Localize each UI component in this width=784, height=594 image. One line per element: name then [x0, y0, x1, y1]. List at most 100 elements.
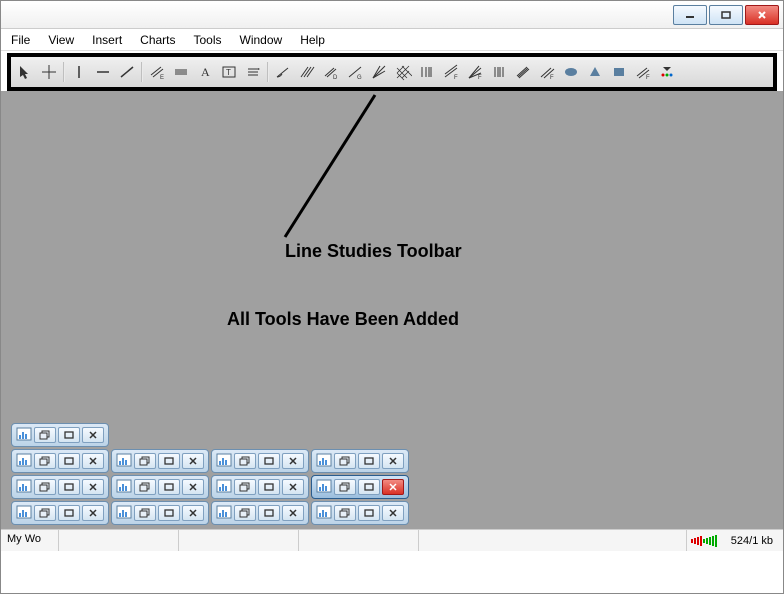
linear-regression-tool[interactable]: [169, 61, 193, 83]
toolbar-separator: [267, 62, 269, 82]
menu-insert[interactable]: Insert: [92, 33, 122, 47]
mdi-close-button[interactable]: [382, 479, 404, 495]
mdi-restore-button[interactable]: [34, 505, 56, 521]
mdi-maximize-button[interactable]: [58, 427, 80, 443]
minimized-chart-window[interactable]: [211, 449, 309, 473]
mdi-restore-button[interactable]: [234, 479, 256, 495]
rectangle-tool[interactable]: [607, 61, 631, 83]
mdi-restore-button[interactable]: [34, 479, 56, 495]
triangle-tool[interactable]: [583, 61, 607, 83]
close-button[interactable]: [745, 5, 779, 25]
chart-icon: [16, 427, 32, 444]
mdi-maximize-button[interactable]: [258, 453, 280, 469]
arrows-tool[interactable]: [241, 61, 265, 83]
mdi-restore-button[interactable]: [334, 479, 356, 495]
horizontal-line-tool[interactable]: [91, 61, 115, 83]
menu-view[interactable]: View: [48, 33, 74, 47]
fibo-arcs-tool[interactable]: [487, 61, 511, 83]
fibo-expansion-tool[interactable]: F: [535, 61, 559, 83]
mdi-close-button[interactable]: [282, 505, 304, 521]
menu-window[interactable]: Window: [240, 33, 283, 47]
mdi-close-button[interactable]: [282, 479, 304, 495]
mdi-maximize-button[interactable]: [58, 505, 80, 521]
annotation-line: [255, 91, 395, 241]
chart-icon: [16, 453, 32, 470]
minimized-chart-window[interactable]: [11, 501, 109, 525]
trend-by-angle-tool[interactable]: [271, 61, 295, 83]
minimized-chart-window[interactable]: [311, 475, 409, 499]
minimize-button[interactable]: [673, 5, 707, 25]
chart-icon: [316, 453, 332, 470]
mdi-close-button[interactable]: [382, 505, 404, 521]
mdi-close-button[interactable]: [82, 505, 104, 521]
mdi-maximize-button[interactable]: [58, 479, 80, 495]
minimized-chart-window[interactable]: [111, 501, 209, 525]
mdi-close-button[interactable]: [82, 427, 104, 443]
minimized-chart-window[interactable]: [211, 475, 309, 499]
fibo-channel-tool[interactable]: [511, 61, 535, 83]
menu-help[interactable]: Help: [300, 33, 325, 47]
mdi-maximize-button[interactable]: [58, 453, 80, 469]
minimized-chart-window[interactable]: [11, 475, 109, 499]
menu-bar: File View Insert Charts Tools Window Hel…: [1, 29, 783, 51]
crosshair-tool[interactable]: [37, 61, 61, 83]
chart-icon: [316, 505, 332, 522]
cursor-tool[interactable]: [13, 61, 37, 83]
mdi-close-button[interactable]: [182, 505, 204, 521]
minimized-chart-window[interactable]: [11, 423, 109, 447]
mdi-maximize-button[interactable]: [158, 479, 180, 495]
vertical-line-tool[interactable]: [67, 61, 91, 83]
fibo-extend-tool[interactable]: F: [631, 61, 655, 83]
annotation-subtitle: All Tools Have Been Added: [227, 309, 459, 330]
mdi-restore-button[interactable]: [134, 505, 156, 521]
minimized-chart-window[interactable]: [11, 449, 109, 473]
mdi-restore-button[interactable]: [334, 453, 356, 469]
mdi-restore-button[interactable]: [134, 479, 156, 495]
mdi-restore-button[interactable]: [134, 453, 156, 469]
mdi-close-button[interactable]: [282, 453, 304, 469]
mdi-close-button[interactable]: [382, 453, 404, 469]
gann-fan-tool[interactable]: [367, 61, 391, 83]
mdi-restore-button[interactable]: [234, 453, 256, 469]
gann-grid-tool[interactable]: [391, 61, 415, 83]
mdi-close-button[interactable]: [182, 479, 204, 495]
mdi-maximize-button[interactable]: [258, 479, 280, 495]
fibo-retracement-tool[interactable]: [415, 61, 439, 83]
mdi-restore-button[interactable]: [234, 505, 256, 521]
menu-file[interactable]: File: [11, 33, 30, 47]
customize-tool[interactable]: [655, 61, 679, 83]
ellipse-tool[interactable]: [559, 61, 583, 83]
maximize-button[interactable]: [709, 5, 743, 25]
status-cell-4: [299, 530, 419, 551]
cycle-lines-tool[interactable]: D: [319, 61, 343, 83]
mdi-restore-button[interactable]: [34, 453, 56, 469]
mdi-restore-button[interactable]: [34, 427, 56, 443]
mdi-close-button[interactable]: [82, 453, 104, 469]
text-tool[interactable]: A: [193, 61, 217, 83]
mdi-maximize-button[interactable]: [358, 479, 380, 495]
text-label-tool[interactable]: T: [217, 61, 241, 83]
minimized-chart-window[interactable]: [311, 449, 409, 473]
chart-icon: [216, 505, 232, 522]
mdi-close-button[interactable]: [182, 453, 204, 469]
mdi-maximize-button[interactable]: [258, 505, 280, 521]
fibo-fan-tool[interactable]: F: [463, 61, 487, 83]
menu-charts[interactable]: Charts: [140, 33, 175, 47]
mdi-maximize-button[interactable]: [358, 505, 380, 521]
mdi-restore-button[interactable]: [334, 505, 356, 521]
mdi-maximize-button[interactable]: [158, 453, 180, 469]
mdi-maximize-button[interactable]: [158, 505, 180, 521]
svg-text:E: E: [160, 75, 164, 81]
mdi-maximize-button[interactable]: [358, 453, 380, 469]
minimized-chart-window[interactable]: [211, 501, 309, 525]
andrews-pitchfork-tool[interactable]: [295, 61, 319, 83]
menu-tools[interactable]: Tools: [194, 33, 222, 47]
minimized-chart-window[interactable]: [111, 449, 209, 473]
mdi-close-button[interactable]: [82, 479, 104, 495]
equidistant-channel-tool[interactable]: E: [145, 61, 169, 83]
fibo-time-zones-tool[interactable]: F: [439, 61, 463, 83]
trend-line-tool[interactable]: [115, 61, 139, 83]
minimized-chart-window[interactable]: [111, 475, 209, 499]
minimized-chart-window[interactable]: [311, 501, 409, 525]
gann-line-tool[interactable]: G: [343, 61, 367, 83]
